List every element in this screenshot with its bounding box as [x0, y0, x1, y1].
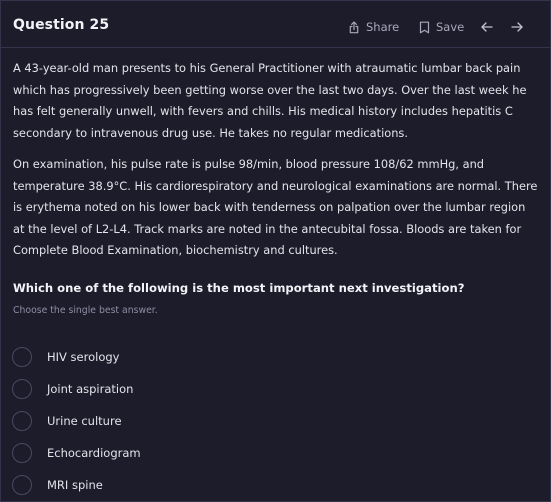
- share-icon: [348, 21, 360, 34]
- question-header: Question 25 Share Save: [1, 1, 550, 48]
- stem-paragraph-history: A 43-year-old man presents to his Genera…: [13, 61, 527, 140]
- option-label: Joint aspiration: [47, 382, 134, 396]
- arrow-right-icon: [509, 20, 525, 39]
- save-button[interactable]: Save: [419, 19, 464, 35]
- arrow-left-icon: [479, 20, 495, 39]
- answer-option-echocardiogram[interactable]: Echocardiogram: [12, 437, 312, 469]
- option-label: HIV serology: [47, 350, 120, 364]
- stem-paragraph-examination: On examination, his pulse rate is pulse …: [13, 157, 538, 257]
- radio-button[interactable]: [12, 411, 32, 431]
- option-label: MRI spine: [47, 478, 103, 492]
- radio-button[interactable]: [12, 379, 32, 399]
- bookmark-icon: [419, 21, 430, 34]
- question-stem: A 43-year-old man presents to his Genera…: [13, 58, 538, 272]
- radio-button[interactable]: [12, 347, 32, 367]
- answer-option-mri-spine[interactable]: MRI spine: [12, 469, 312, 501]
- answer-hint: Choose the single best answer.: [13, 305, 158, 316]
- radio-button[interactable]: [12, 475, 32, 495]
- answer-option-joint-aspiration[interactable]: Joint aspiration: [12, 373, 312, 405]
- save-label: Save: [436, 20, 465, 34]
- answer-option-urine-culture[interactable]: Urine culture: [12, 405, 312, 437]
- next-question-button[interactable]: [509, 19, 525, 35]
- previous-question-button[interactable]: [479, 19, 495, 35]
- answer-option-hiv-serology[interactable]: HIV serology: [12, 341, 312, 373]
- radio-button[interactable]: [12, 443, 32, 463]
- answer-options: HIV serology Joint aspiration Urine cult…: [12, 341, 312, 501]
- share-button[interactable]: Share: [348, 19, 399, 35]
- option-label: Urine culture: [47, 414, 122, 428]
- share-label: Share: [366, 20, 400, 34]
- option-label: Echocardiogram: [47, 446, 141, 460]
- question-title: Question 25: [13, 17, 110, 33]
- question-page: Question 25 Share Save A 43-year-old man…: [0, 0, 551, 502]
- question-prompt: Which one of the following is the most i…: [13, 281, 465, 295]
